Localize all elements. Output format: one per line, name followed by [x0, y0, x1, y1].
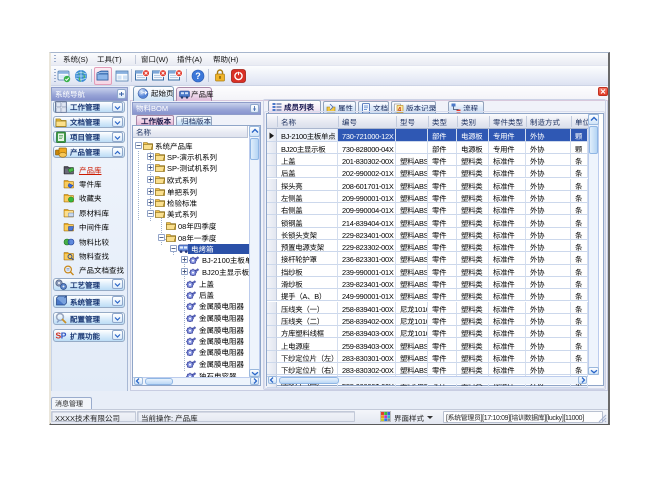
svg-text:P: P: [61, 331, 67, 341]
svg-text:?: ?: [195, 71, 201, 81]
